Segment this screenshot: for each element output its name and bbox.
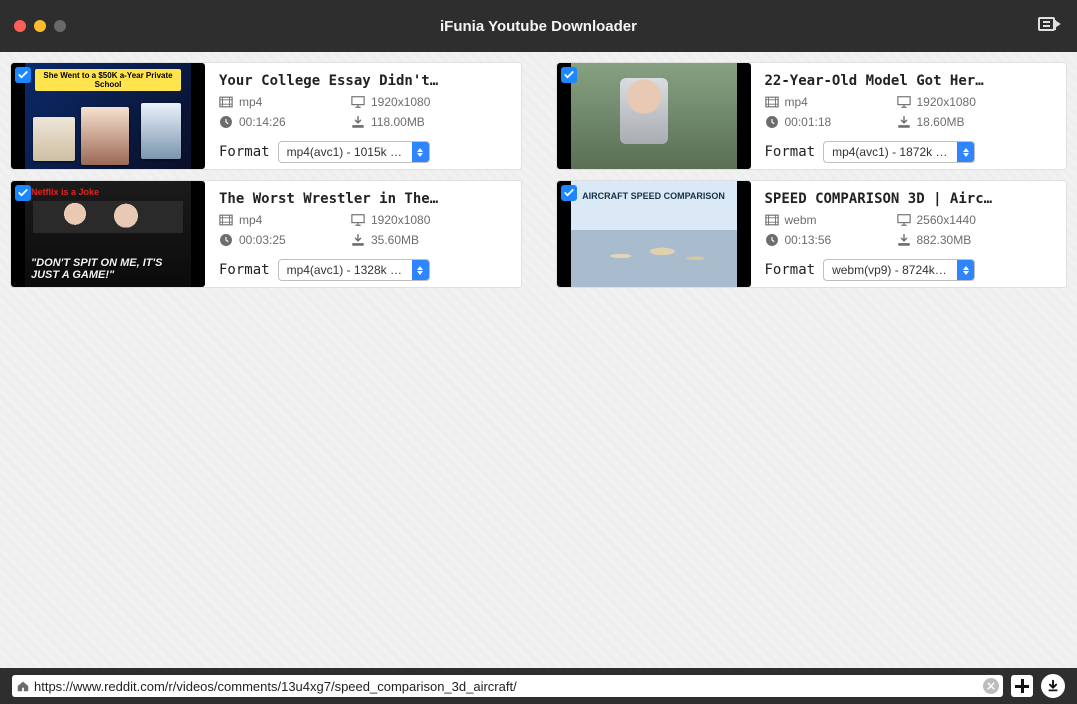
chevron-updown-icon [957,260,974,280]
format-label: Format [765,144,816,160]
duration: 00:03:25 [219,233,319,247]
video-card: 22-Year-Old Model Got Her… mp4 1920x1080… [556,62,1068,170]
thumb-overlay-text: Netflix is a Joke [31,187,99,197]
duration: 00:14:26 [219,115,319,129]
home-icon[interactable] [16,679,30,693]
container-format: webm [765,213,865,227]
duration: 00:13:56 [765,233,865,247]
url-input[interactable] [34,679,979,694]
clock-icon [765,115,779,129]
download-size-icon [897,115,911,129]
resolution: 1920x1080 [351,95,451,109]
video-title: Your College Essay Didn't… [219,73,509,89]
container-format: mp4 [765,95,865,109]
clock-icon [219,115,233,129]
selected-check-icon[interactable] [561,185,577,201]
film-icon [765,95,779,109]
monitor-icon [897,95,911,109]
film-icon [219,213,233,227]
chevron-updown-icon [412,142,429,162]
app-title: iFunia Youtube Downloader [0,18,1077,35]
video-list: She Went to a $50K a-Year Private School… [0,52,1077,668]
format-label: Format [219,144,270,160]
thumb-overlay-text: She Went to a $50K a-Year Private School [35,69,181,91]
selected-check-icon[interactable] [15,67,31,83]
format-label: Format [219,262,270,278]
monitor-icon [351,213,365,227]
video-title: The Worst Wrestler in The… [219,191,509,207]
chevron-updown-icon [412,260,429,280]
format-select[interactable]: mp4(avc1) - 1015k 192… [278,141,430,163]
format-label: Format [765,262,816,278]
chevron-updown-icon [957,142,974,162]
filesize: 18.60MB [897,115,997,129]
selected-check-icon[interactable] [561,67,577,83]
video-card: Netflix is a Joke "DON'T SPIT ON ME, IT'… [10,180,522,288]
clock-icon [219,233,233,247]
video-title: 22-Year-Old Model Got Her… [765,73,1055,89]
monitor-icon [897,213,911,227]
minimize-window-button[interactable] [34,20,46,32]
add-url-button[interactable] [1011,675,1033,697]
resolution: 2560x1440 [897,213,997,227]
thumbnail[interactable]: Netflix is a Joke "DON'T SPIT ON ME, IT'… [11,181,205,287]
monitor-icon [351,95,365,109]
library-icon[interactable] [1037,14,1061,38]
resolution: 1920x1080 [351,213,451,227]
thumbnail[interactable] [557,63,751,169]
thumb-overlay-text: AIRCRAFT SPEED COMPARISON [582,191,725,202]
video-title: SPEED COMPARISON 3D | Airc… [765,191,1055,207]
clear-input-icon[interactable] [983,678,999,694]
download-size-icon [897,233,911,247]
url-input-wrap [12,675,1003,697]
zoom-window-button[interactable] [54,20,66,32]
container-format: mp4 [219,95,319,109]
window-controls [0,20,66,32]
format-select[interactable]: mp4(avc1) - 1328k 192… [278,259,430,281]
clock-icon [765,233,779,247]
selected-check-icon[interactable] [15,185,31,201]
download-button[interactable] [1041,674,1065,698]
titlebar: iFunia Youtube Downloader [0,0,1077,52]
download-size-icon [351,233,365,247]
thumb-overlay-text: "DON'T SPIT ON ME, IT'S JUST A GAME!" [31,257,185,281]
resolution: 1920x1080 [897,95,997,109]
video-card: AIRCRAFT SPEED COMPARISON SPEED COMPARIS… [556,180,1068,288]
thumbnail[interactable]: AIRCRAFT SPEED COMPARISON [557,181,751,287]
duration: 00:01:18 [765,115,865,129]
close-window-button[interactable] [14,20,26,32]
download-size-icon [351,115,365,129]
filesize: 118.00MB [351,115,451,129]
film-icon [219,95,233,109]
format-select[interactable]: mp4(avc1) - 1872k 192… [823,141,975,163]
video-card: She Went to a $50K a-Year Private School… [10,62,522,170]
film-icon [765,213,779,227]
filesize: 35.60MB [351,233,451,247]
filesize: 882.30MB [897,233,997,247]
thumbnail[interactable]: She Went to a $50K a-Year Private School [11,63,205,169]
format-select[interactable]: webm(vp9) - 8724k 25… [823,259,975,281]
container-format: mp4 [219,213,319,227]
bottombar [0,668,1077,704]
